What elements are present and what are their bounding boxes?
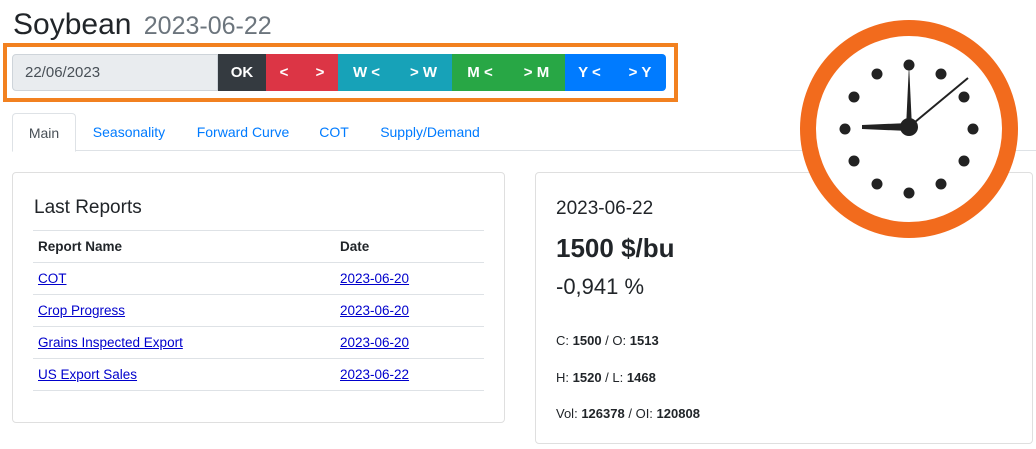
report-name-cell: COT — [33, 262, 335, 295]
quote-date: 2023-06-22 — [556, 198, 654, 219]
page-title: Soybean 2023-06-22 — [13, 8, 272, 42]
report-name-cell: Crop Progress — [33, 294, 335, 327]
volume-value: 126378 — [581, 406, 625, 421]
date-input[interactable] — [12, 54, 218, 91]
report-date-cell: 2023-06-20 — [335, 262, 484, 295]
table-header-row: Report Name Date — [33, 230, 484, 263]
tab-cot[interactable]: COT — [310, 113, 358, 151]
previous-day-button[interactable]: < — [266, 54, 302, 91]
reports-table: Report Name Date COT 2023-06-20 Crop Pro… — [33, 230, 484, 391]
title-date: 2023-06-22 — [143, 12, 272, 40]
report-date-link[interactable]: 2023-06-20 — [340, 271, 409, 286]
last-reports-card: Last Reports Report Name Date COT 2023-0… — [12, 172, 505, 423]
clock-icon — [800, 20, 1018, 238]
report-date-link[interactable]: 2023-06-20 — [340, 335, 409, 350]
close-label: C: — [556, 333, 569, 348]
separator: / — [605, 333, 609, 348]
quote-change: -0,941 % — [556, 274, 645, 299]
report-name-cell: US Export Sales — [33, 358, 335, 391]
next-month-button[interactable]: > M — [508, 54, 565, 91]
table-row: US Export Sales 2023-06-22 — [33, 358, 484, 391]
report-link-cot[interactable]: COT — [38, 271, 67, 286]
close-open-line: C: 1500 / O: 1513 — [556, 333, 659, 348]
next-week-button[interactable]: > W — [395, 54, 452, 91]
open-value: 1513 — [629, 333, 659, 348]
report-link-grains-inspected-export[interactable]: Grains Inspected Export — [38, 335, 183, 350]
next-day-button[interactable]: > — [302, 54, 338, 91]
table-row: Crop Progress 2023-06-20 — [33, 294, 484, 327]
previous-week-button[interactable]: W < — [338, 54, 395, 91]
low-value: 1468 — [626, 370, 656, 385]
previous-year-button[interactable]: Y < — [565, 54, 614, 91]
table-row: Grains Inspected Export 2023-06-20 — [33, 326, 484, 359]
next-year-button[interactable]: > Y — [614, 54, 666, 91]
tab-main[interactable]: Main — [12, 113, 76, 152]
open-interest-value: 120808 — [656, 406, 700, 421]
volume-label: Vol: — [556, 406, 578, 421]
last-reports-title: Last Reports — [34, 197, 142, 218]
report-link-us-export-sales[interactable]: US Export Sales — [38, 367, 137, 382]
report-link-crop-progress[interactable]: Crop Progress — [38, 303, 125, 318]
column-header-date: Date — [335, 230, 484, 263]
quote-price: 1500 $/bu — [556, 233, 675, 263]
separator: / — [605, 370, 609, 385]
report-date-cell: 2023-06-22 — [335, 358, 484, 391]
report-date-link[interactable]: 2023-06-20 — [340, 303, 409, 318]
ok-button[interactable]: OK — [218, 54, 266, 91]
high-value: 1520 — [572, 370, 602, 385]
open-interest-label: OI: — [635, 406, 653, 421]
high-label: H: — [556, 370, 569, 385]
low-label: L: — [612, 370, 624, 385]
commodity-name: Soybean — [13, 8, 132, 41]
tab-forward-curve[interactable]: Forward Curve — [184, 113, 302, 151]
tab-seasonality[interactable]: Seasonality — [82, 113, 176, 151]
table-row: COT 2023-06-20 — [33, 262, 484, 295]
column-header-report-name: Report Name — [33, 230, 335, 263]
report-date-link[interactable]: 2023-06-22 — [340, 367, 409, 382]
report-date-cell: 2023-06-20 — [335, 294, 484, 327]
report-name-cell: Grains Inspected Export — [33, 326, 335, 359]
tab-supply-demand[interactable]: Supply/Demand — [366, 113, 494, 151]
high-low-line: H: 1520 / L: 1468 — [556, 370, 656, 385]
previous-month-button[interactable]: M < — [452, 54, 508, 91]
close-value: 1500 — [572, 333, 602, 348]
volume-oi-line: Vol: 126378 / OI: 120808 — [556, 406, 700, 421]
separator: / — [628, 406, 632, 421]
report-date-cell: 2023-06-20 — [335, 326, 484, 359]
open-label: O: — [612, 333, 627, 348]
